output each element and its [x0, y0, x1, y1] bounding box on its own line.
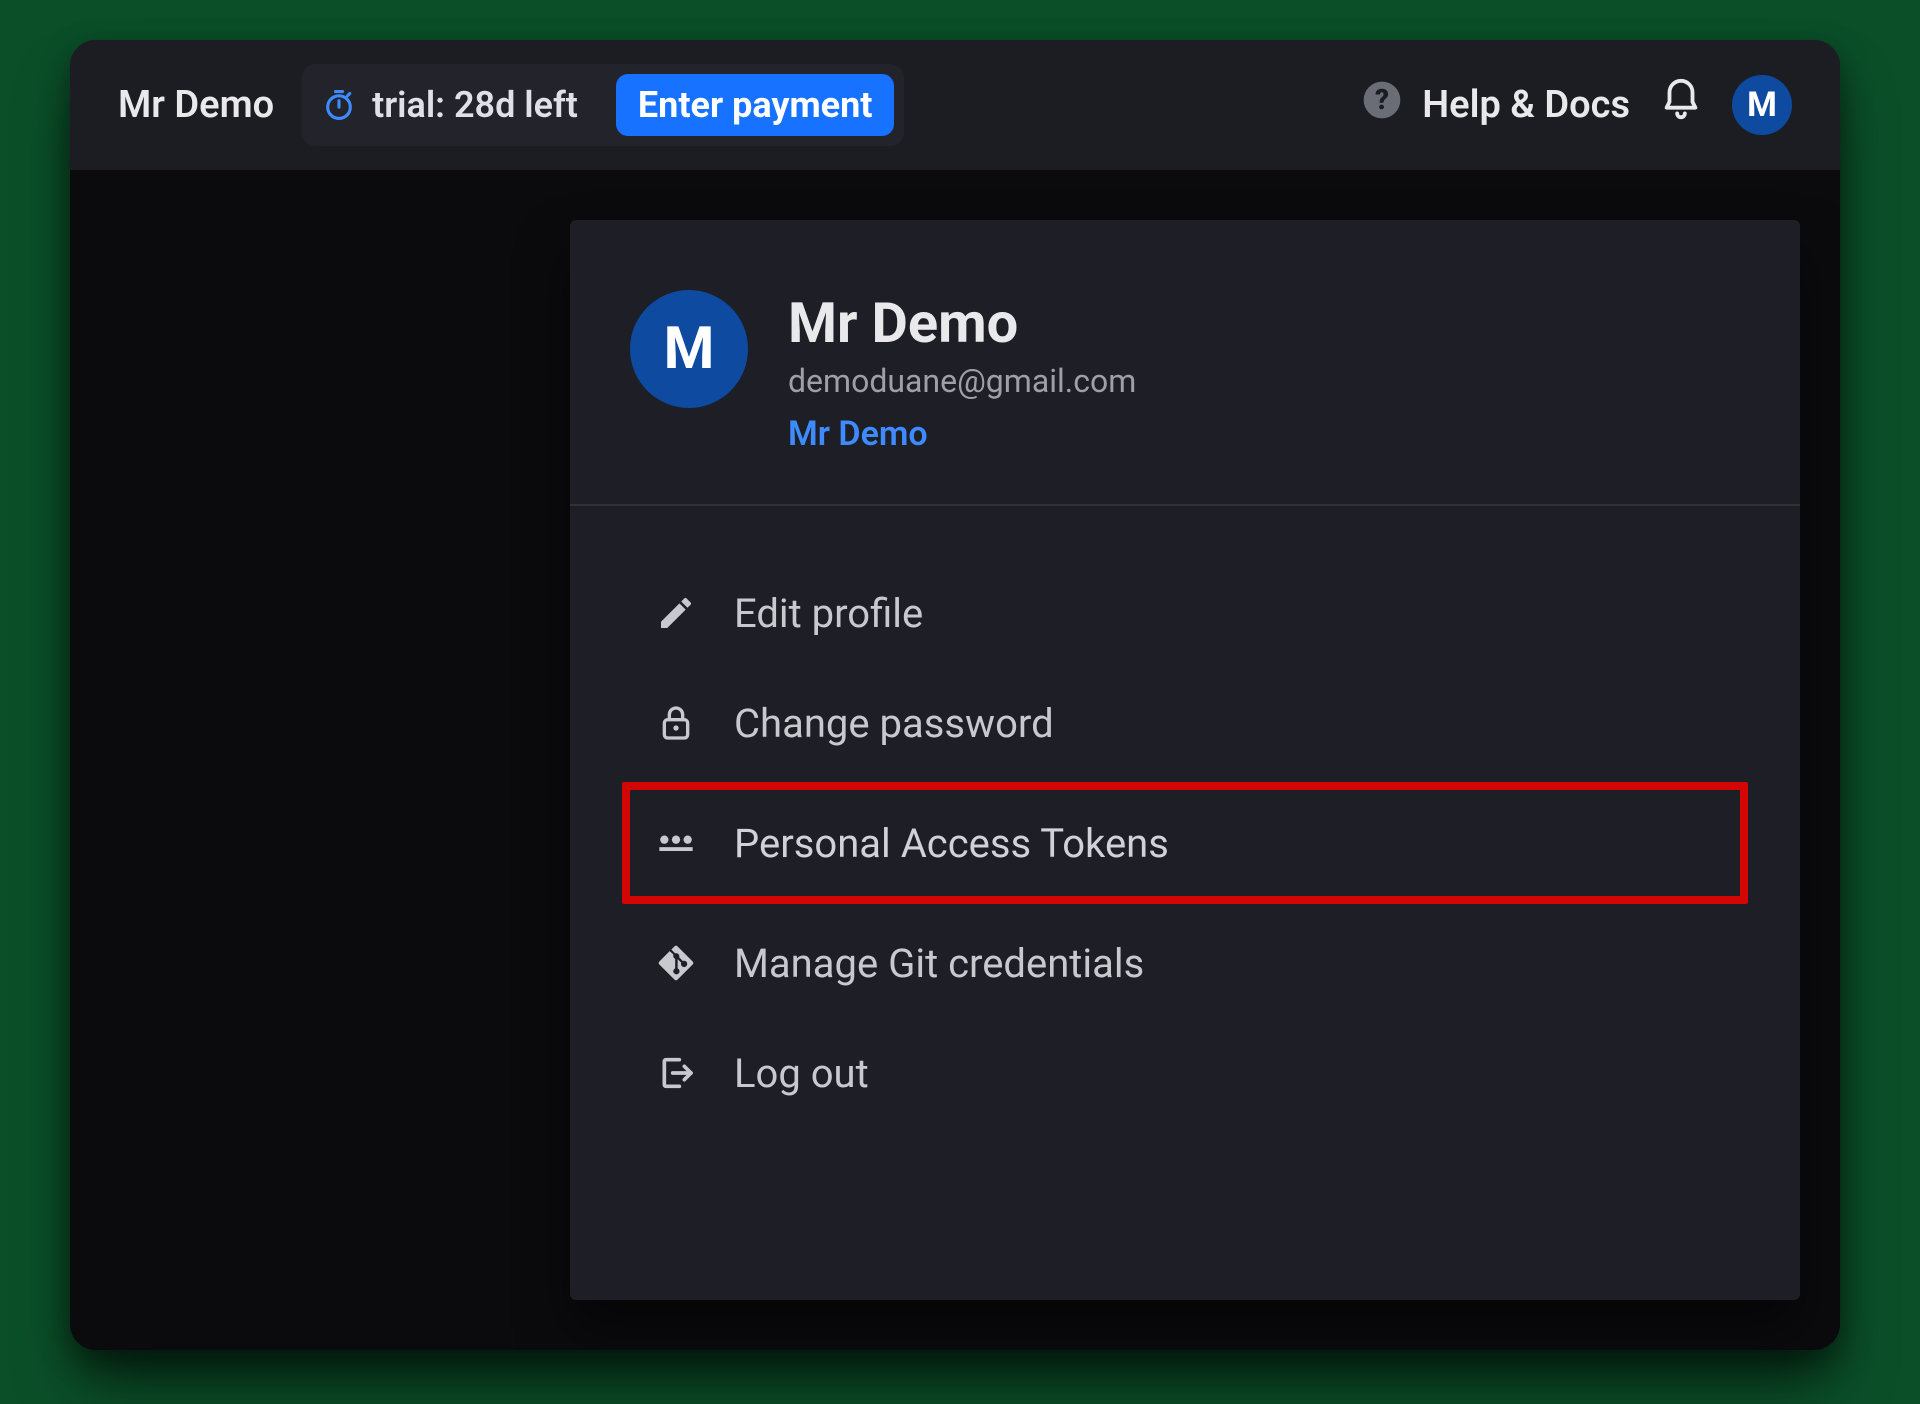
- menu-item-personal-access-tokens[interactable]: Personal Access Tokens: [622, 782, 1748, 904]
- stopwatch-icon: [322, 88, 356, 122]
- profile-avatar-initial: M: [664, 315, 715, 383]
- help-docs-label: Help & Docs: [1422, 83, 1630, 127]
- menu-item-label: Change password: [734, 700, 1054, 747]
- lock-icon: [652, 703, 700, 743]
- enter-payment-button[interactable]: Enter payment: [616, 74, 895, 136]
- user-menu-panel: M Mr Demo demoduane@gmail.com Mr Demo Ed…: [570, 220, 1800, 1300]
- profile-name: Mr Demo: [788, 290, 1136, 356]
- user-menu: Edit profile Change password: [570, 506, 1800, 1156]
- pencil-icon: [652, 593, 700, 633]
- notifications-button[interactable]: [1658, 77, 1704, 133]
- menu-item-change-password[interactable]: Change password: [630, 670, 1740, 776]
- profile-email: demoduane@gmail.com: [788, 362, 1136, 400]
- menu-item-label: Edit profile: [734, 590, 923, 637]
- profile-section: M Mr Demo demoduane@gmail.com Mr Demo: [570, 220, 1800, 504]
- workspace-title: Mr Demo: [118, 83, 274, 127]
- menu-item-manage-git-credentials[interactable]: Manage Git credentials: [630, 910, 1740, 1016]
- bell-icon: [1658, 77, 1704, 133]
- logout-icon: [652, 1053, 700, 1093]
- trial-pill[interactable]: trial: 28d left Enter payment: [302, 64, 904, 146]
- menu-item-label: Personal Access Tokens: [734, 820, 1169, 867]
- svg-text:?: ?: [1375, 83, 1389, 116]
- git-icon: [652, 943, 700, 983]
- password-dots-icon: [652, 823, 700, 863]
- help-icon: ?: [1360, 78, 1404, 132]
- menu-item-log-out[interactable]: Log out: [630, 1020, 1740, 1126]
- avatar-initial: M: [1747, 85, 1777, 125]
- app-body: M Mr Demo demoduane@gmail.com Mr Demo Ed…: [70, 170, 1840, 1350]
- user-avatar-button[interactable]: M: [1732, 75, 1792, 135]
- profile-workspace-link[interactable]: Mr Demo: [788, 414, 1136, 454]
- top-bar: Mr Demo trial: 28d left Enter payment ? …: [70, 40, 1840, 170]
- help-docs-button[interactable]: ? Help & Docs: [1360, 78, 1630, 132]
- trial-status-text: trial: 28d left: [372, 84, 578, 126]
- menu-item-label: Manage Git credentials: [734, 940, 1144, 987]
- profile-avatar: M: [630, 290, 748, 408]
- menu-item-label: Log out: [734, 1050, 869, 1097]
- menu-item-edit-profile[interactable]: Edit profile: [630, 560, 1740, 666]
- app-window: Mr Demo trial: 28d left Enter payment ? …: [70, 40, 1840, 1350]
